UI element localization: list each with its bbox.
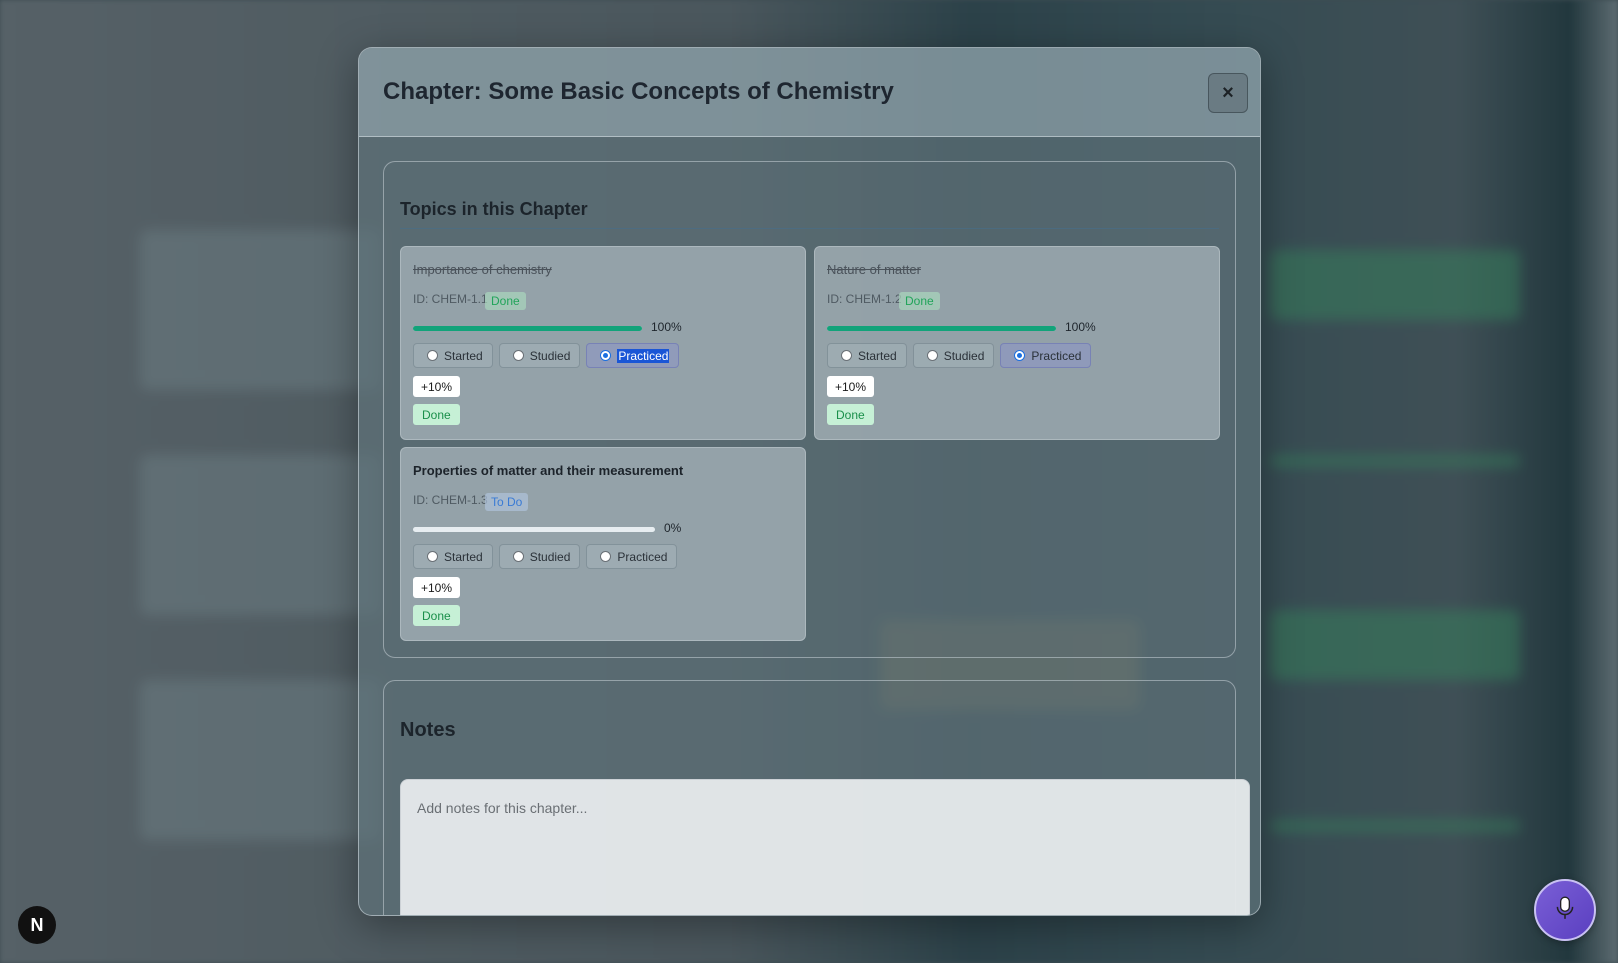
radio-button[interactable] (841, 350, 852, 361)
status-radio-group: Started Studied Practiced (413, 544, 678, 569)
radio-label: Practiced (617, 348, 670, 363)
progress-bar (827, 326, 1056, 331)
close-icon: × (1222, 81, 1234, 104)
radio-button[interactable] (1014, 350, 1026, 361)
progress-fill (413, 326, 642, 331)
chapter-modal: Chapter: Some Basic Concepts of Chemistr… (358, 47, 1261, 916)
topic-card: Importance of chemistry ID: CHEM-1.1 Don… (400, 246, 806, 440)
progress-percent: 0% (664, 521, 682, 535)
progress-bar (413, 527, 655, 532)
topic-card: Properties of matter and their measureme… (400, 447, 806, 641)
voice-assistant-button[interactable] (1534, 879, 1596, 941)
topics-section: Topics in this Chapter Importance of che… (383, 161, 1236, 658)
radio-label: Studied (529, 549, 571, 564)
modal-body[interactable]: Topics in this Chapter Importance of che… (359, 137, 1260, 915)
progress-bar (413, 326, 642, 331)
topic-id: ID: CHEM-1.3 (413, 493, 488, 507)
radio-label: Studied (943, 348, 985, 363)
add-progress-button[interactable]: +10% (413, 577, 461, 598)
topic-title: Nature of matter (827, 262, 921, 277)
notes-section-title: Notes (400, 719, 456, 741)
status-badge: To Do (485, 493, 529, 511)
notes-textarea[interactable]: Add notes for this chapter... (400, 779, 1250, 915)
section-divider (400, 228, 1219, 229)
radio-label: Started (444, 348, 483, 363)
radio-label: Started (444, 549, 483, 564)
microphone-icon (1552, 895, 1578, 926)
radio-label: Started (858, 348, 897, 363)
add-progress-button[interactable]: +10% (827, 376, 875, 397)
mark-done-button[interactable]: Done (827, 404, 874, 425)
radio-studied[interactable]: Studied (498, 544, 581, 569)
progress-percent: 100% (651, 320, 682, 334)
radio-started[interactable]: Started (413, 343, 493, 368)
mark-done-button[interactable]: Done (413, 404, 460, 425)
radio-started[interactable]: Started (413, 544, 493, 569)
radio-button[interactable] (427, 551, 438, 562)
status-badge: Done (899, 292, 940, 310)
topic-title: Importance of chemistry (413, 262, 552, 277)
notes-section: Notes Add notes for this chapter... (383, 680, 1250, 915)
radio-label: Practiced (1031, 348, 1082, 363)
topics-section-title: Topics in this Chapter (400, 199, 588, 219)
radio-button[interactable] (600, 350, 612, 361)
radio-button[interactable] (427, 350, 438, 361)
radio-button[interactable] (926, 350, 938, 361)
progress-percent: 100% (1065, 320, 1096, 334)
radio-label: Studied (529, 348, 571, 363)
radio-practiced[interactable]: Practiced (586, 343, 680, 368)
radio-label: Practiced (617, 549, 668, 564)
modal-header: Chapter: Some Basic Concepts of Chemistr… (359, 48, 1260, 137)
radio-studied[interactable]: Studied (912, 343, 995, 368)
radio-button[interactable] (512, 551, 524, 562)
mark-done-button[interactable]: Done (413, 605, 460, 626)
progress-fill (827, 326, 1056, 331)
radio-started[interactable]: Started (827, 343, 907, 368)
status-radio-group: Started Studied Practiced (413, 343, 680, 368)
topic-id: ID: CHEM-1.1 (413, 292, 488, 306)
topic-id: ID: CHEM-1.2 (827, 292, 902, 306)
notes-placeholder: Add notes for this chapter... (417, 800, 588, 816)
radio-button[interactable] (600, 551, 612, 562)
modal-title: Chapter: Some Basic Concepts of Chemistr… (383, 78, 894, 105)
topic-title: Properties of matter and their measureme… (413, 463, 684, 478)
radio-practiced[interactable]: Practiced (1000, 343, 1092, 368)
radio-practiced[interactable]: Practiced (586, 544, 678, 569)
status-radio-group: Started Studied Practiced (827, 343, 1092, 368)
app-logo-button[interactable]: N (18, 906, 56, 944)
radio-studied[interactable]: Studied (498, 343, 581, 368)
add-progress-button[interactable]: +10% (413, 376, 461, 397)
topic-card: Nature of matter ID: CHEM-1.2 Done 100% … (814, 246, 1220, 440)
radio-button[interactable] (512, 350, 524, 361)
status-badge: Done (485, 292, 526, 310)
close-button[interactable]: × (1208, 73, 1248, 113)
